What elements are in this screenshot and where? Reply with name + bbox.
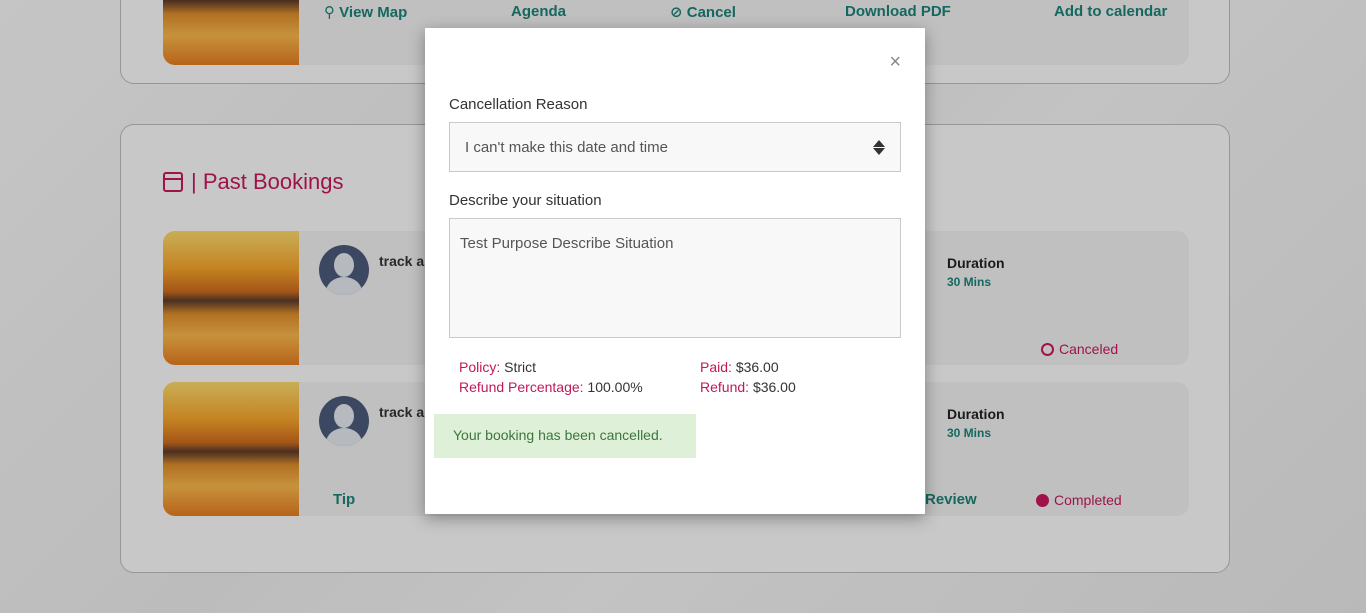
success-alert: Your booking has been cancelled. [434,414,696,458]
selected-reason: I can't make this date and time [465,138,668,156]
paid-info: Paid: $36.00 [700,359,779,375]
close-icon[interactable]: × [889,52,901,72]
describe-situation-textarea[interactable]: Test Purpose Describe Situation [449,218,901,338]
refund-info: Refund: $36.00 [700,379,796,395]
cancellation-reason-label: Cancellation Reason [449,96,588,113]
select-arrows-icon [873,139,885,155]
policy-info: Policy: Strict [459,359,537,375]
cancellation-reason-select[interactable]: I can't make this date and time [449,122,901,172]
cancellation-modal: × Cancellation Reason I can't make this … [425,28,925,514]
refund-percentage-info: Refund Percentage: 100.00% [459,379,643,395]
describe-situation-label: Describe your situation [449,192,602,209]
